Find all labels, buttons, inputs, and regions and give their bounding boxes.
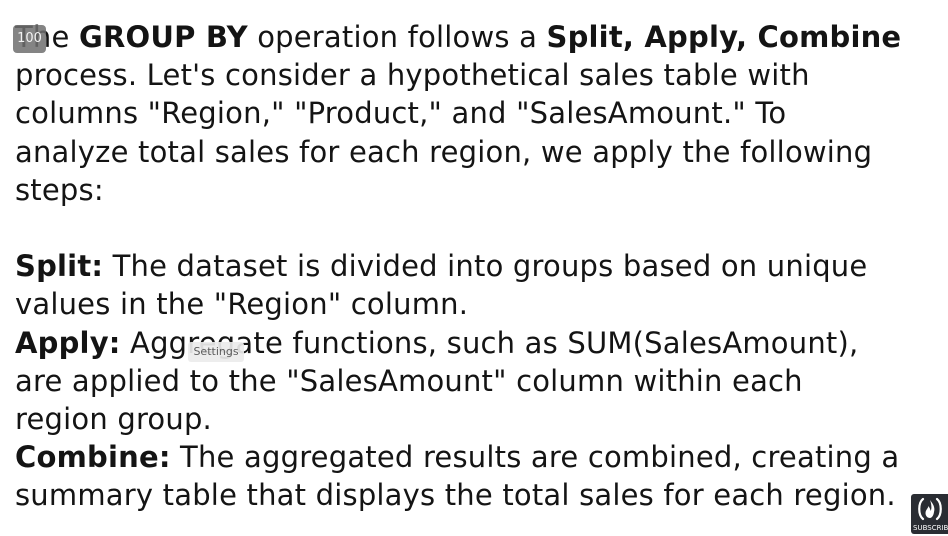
intro-line-1: The GROUP BY operation follows a Split, …: [15, 18, 940, 56]
settings-tooltip: Settings: [188, 342, 244, 362]
split-step-line-1: Split: The dataset is divided into group…: [15, 247, 940, 285]
apply-step-line-3: region group.: [15, 401, 212, 436]
freecodecamp-flame-icon: [918, 497, 942, 521]
intro-text: operation follows a: [247, 20, 547, 54]
intro-line-2: process. Let's consider a hypothetical s…: [15, 58, 810, 93]
intro-line-3: columns "Region," "Product," and "SalesA…: [15, 96, 787, 131]
apply-label: Apply:: [15, 325, 121, 360]
combine-step-line-1: Combine: The aggregated results are comb…: [15, 438, 940, 476]
combine-text: The aggregated results are combined, cre…: [170, 440, 900, 475]
subscribe-button[interactable]: SUBSCRIBE: [911, 494, 948, 534]
intro-line-4: analyze total sales for each region, we …: [15, 134, 873, 169]
slide-text: The GROUP BY operation follows a Split, …: [15, 18, 940, 514]
intro-line-5: steps:: [15, 172, 104, 207]
split-label: Split:: [15, 249, 104, 284]
subscribe-label: SUBSCRIBE: [913, 524, 948, 532]
split-step-line-2: values in the "Region" column.: [15, 287, 469, 322]
split-apply-combine-keyword: Split, Apply, Combine: [546, 20, 902, 54]
combine-label: Combine:: [15, 440, 171, 475]
volume-indicator[interactable]: 100: [13, 25, 46, 53]
group-by-keyword: GROUP BY: [78, 20, 248, 54]
apply-step-line-2: are applied to the "SalesAmount" column …: [15, 363, 803, 398]
apply-step-line-1: Apply: Aggregate functions, such as SUM(…: [15, 324, 940, 362]
split-text: The dataset is divided into groups based…: [103, 249, 868, 284]
combine-step-line-2: summary table that displays the total sa…: [15, 478, 896, 513]
